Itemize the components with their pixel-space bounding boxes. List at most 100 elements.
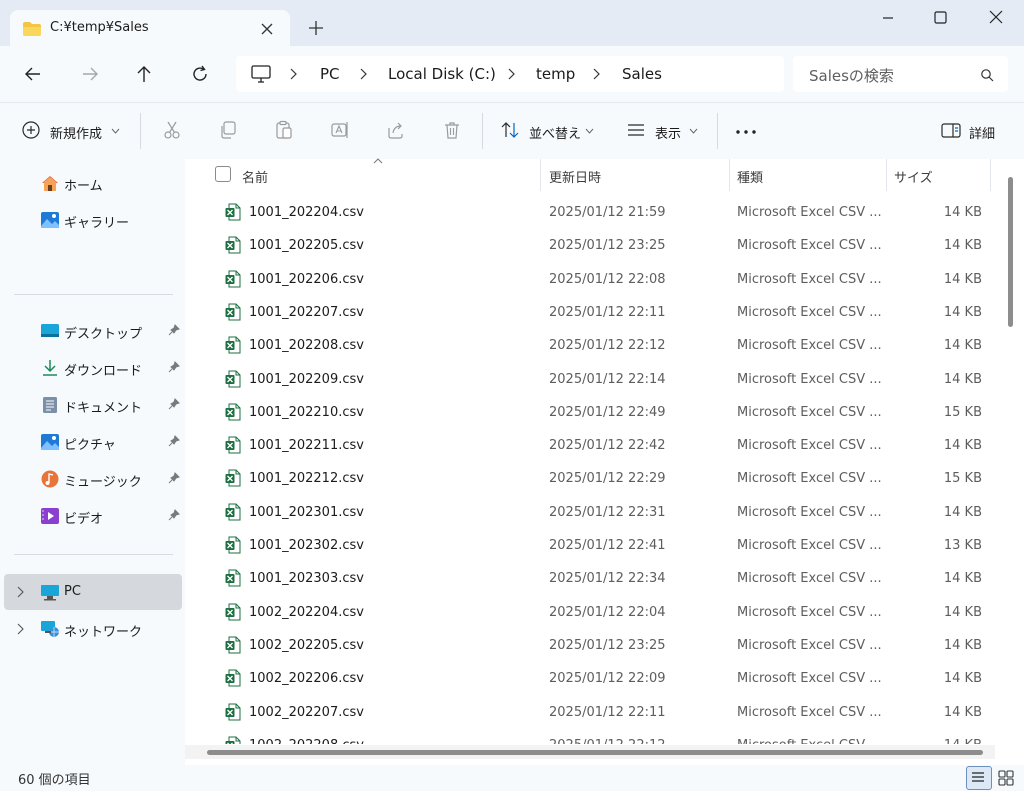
file-row[interactable]: 1002_202205.csv 2025/01/12 23:25 Microsoft… xyxy=(185,629,995,662)
search-input[interactable]: Salesの検索 xyxy=(793,56,1008,92)
column-divider[interactable] xyxy=(729,159,730,191)
pin-icon[interactable] xyxy=(168,509,180,521)
file-row[interactable]: 1002_202208.csv 2025/01/12 22:12 Microsoft… xyxy=(185,729,995,744)
rename-icon[interactable] xyxy=(330,120,350,140)
search-icon xyxy=(981,69,994,82)
file-size: 15 KB xyxy=(943,404,982,420)
sort-button[interactable]: 並べ替え xyxy=(529,123,581,142)
file-row[interactable]: 1002_202207.csv 2025/01/12 22:11 Microsoft… xyxy=(185,696,995,729)
tab-close-icon[interactable] xyxy=(256,18,278,40)
sort-ascending-icon xyxy=(373,158,383,164)
file-row[interactable]: 1001_202211.csv 2025/01/12 22:42 Microsoft… xyxy=(185,429,995,462)
column-divider[interactable] xyxy=(540,159,541,191)
vertical-scrollbar-thumb[interactable] xyxy=(1008,177,1013,327)
sidebar-item-home[interactable]: ホーム xyxy=(4,165,182,201)
file-row[interactable]: 1001_202204.csv 2025/01/12 21:59 Microsoft… xyxy=(185,196,995,229)
tab-active[interactable]: C:¥temp¥Sales xyxy=(10,10,290,48)
minimize-icon[interactable] xyxy=(876,9,900,27)
delete-icon[interactable] xyxy=(442,120,462,140)
back-arrow-icon[interactable] xyxy=(22,63,44,85)
forward-arrow-icon[interactable] xyxy=(79,63,101,85)
file-list: 名前 更新日時 種類 サイズ 1001_202204.csv 2025/01/12… xyxy=(185,158,1024,765)
refresh-icon[interactable] xyxy=(189,63,211,85)
file-size: 14 KB xyxy=(943,671,982,687)
pin-icon[interactable] xyxy=(168,472,180,484)
sidebar-item-label: ドキュメント xyxy=(64,401,143,416)
sidebar-item-label: ミュージック xyxy=(64,475,142,490)
paste-icon[interactable] xyxy=(274,120,294,140)
details-pane-icon[interactable] xyxy=(940,120,962,140)
horizontal-scrollbar[interactable] xyxy=(185,745,995,759)
file-type: Microsoft Excel CSV ... xyxy=(737,504,882,520)
column-header-date[interactable]: 更新日時 xyxy=(549,167,601,186)
cut-icon[interactable] xyxy=(162,120,182,140)
breadcrumb-local-disk[interactable]: Local Disk (C:) xyxy=(388,65,496,83)
select-all-checkbox[interactable] xyxy=(215,166,231,182)
file-row[interactable]: 1001_202208.csv 2025/01/12 22:12 Microsoft… xyxy=(185,329,995,362)
sidebar-item-pc[interactable]: PC xyxy=(4,574,182,610)
modified-date: 2025/01/12 22:11 xyxy=(549,304,666,320)
sidebar-item-music[interactable]: ミュージック xyxy=(4,461,182,497)
sidebar-item-desktop[interactable]: デスクトップ xyxy=(4,313,182,349)
chevron-right-icon[interactable] xyxy=(16,623,24,635)
file-row[interactable]: 1002_202204.csv 2025/01/12 22:04 Microsoft… xyxy=(185,596,995,629)
file-row[interactable]: 1001_202209.csv 2025/01/12 22:14 Microsoft… xyxy=(185,363,995,396)
file-type: Microsoft Excel CSV ... xyxy=(737,471,882,487)
new-plus-icon[interactable] xyxy=(21,120,41,140)
column-header-size[interactable]: サイズ xyxy=(894,167,933,186)
sidebar-item-pictures[interactable]: ピクチャ xyxy=(4,424,182,460)
details-button[interactable]: 詳細 xyxy=(969,123,995,142)
share-icon[interactable] xyxy=(386,120,406,140)
sort-icon[interactable] xyxy=(500,120,520,140)
details-view-button[interactable] xyxy=(966,766,992,790)
sidebar-item-documents[interactable]: ドキュメント xyxy=(4,387,182,423)
address-bar[interactable]: PC Local Disk (C:) temp Sales xyxy=(236,56,784,92)
breadcrumb-pc[interactable]: PC xyxy=(320,65,340,83)
new-button[interactable]: 新規作成 xyxy=(50,123,102,142)
pin-icon[interactable] xyxy=(168,398,180,410)
file-name: 1001_202208.csv xyxy=(249,338,364,354)
more-options-icon[interactable] xyxy=(735,120,757,140)
file-type: Microsoft Excel CSV ... xyxy=(737,671,882,687)
file-size: 14 KB xyxy=(944,738,982,744)
copy-icon[interactable] xyxy=(218,120,238,140)
excel-csv-file-icon xyxy=(225,270,241,288)
column-divider[interactable] xyxy=(990,159,991,191)
sidebar-item-downloads[interactable]: ダウンロード xyxy=(4,350,182,386)
file-row[interactable]: 1001_202205.csv 2025/01/12 23:25 Microsoft… xyxy=(185,229,995,262)
chevron-right-icon[interactable] xyxy=(16,586,24,598)
pin-icon[interactable] xyxy=(168,324,180,336)
new-tab-icon[interactable] xyxy=(306,18,326,38)
file-row[interactable]: 1001_202302.csv 2025/01/12 22:41 Microsoft… xyxy=(185,529,995,562)
sidebar-item-videos[interactable]: ビデオ xyxy=(4,498,182,534)
horizontal-scrollbar-thumb[interactable] xyxy=(207,750,983,755)
file-row[interactable]: 1001_202303.csv 2025/01/12 22:34 Microsoft… xyxy=(185,562,995,595)
file-row[interactable]: 1001_202207.csv 2025/01/12 22:11 Microsoft… xyxy=(185,296,995,329)
file-row[interactable]: 1001_202210.csv 2025/01/12 22:49 Microsoft… xyxy=(185,396,995,429)
file-row[interactable]: 1001_202301.csv 2025/01/12 22:31 Microsoft… xyxy=(185,496,995,529)
file-row[interactable]: 1001_202206.csv 2025/01/12 22:08 Microsoft… xyxy=(185,263,995,296)
view-button[interactable]: 表示 xyxy=(655,123,681,142)
modified-date: 2025/01/12 23:25 xyxy=(549,238,666,254)
breadcrumb-temp[interactable]: temp xyxy=(536,65,575,83)
pin-icon[interactable] xyxy=(168,435,180,447)
column-header-type[interactable]: 種類 xyxy=(737,167,763,186)
excel-csv-file-icon xyxy=(225,303,241,321)
breadcrumb-sales[interactable]: Sales xyxy=(622,65,662,83)
close-icon[interactable] xyxy=(984,9,1008,27)
pin-icon[interactable] xyxy=(168,361,180,373)
up-arrow-icon[interactable] xyxy=(133,63,155,85)
file-type: Microsoft Excel CSV ... xyxy=(737,338,882,354)
file-row[interactable]: 1001_202212.csv 2025/01/12 22:29 Microsoft… xyxy=(185,462,995,495)
tiles-view-button[interactable] xyxy=(994,766,1018,788)
sidebar-item-network[interactable]: ネットワーク xyxy=(4,611,182,647)
maximize-icon[interactable] xyxy=(928,9,952,27)
sidebar-item-gallery[interactable]: ギャラリー xyxy=(4,202,182,238)
column-header-name[interactable]: 名前 xyxy=(242,167,268,186)
tab-title: C:¥temp¥Sales xyxy=(50,20,149,35)
column-divider[interactable] xyxy=(886,159,887,191)
file-type: Microsoft Excel CSV ... xyxy=(737,704,882,720)
view-list-icon[interactable] xyxy=(626,120,646,140)
file-row[interactable]: 1002_202206.csv 2025/01/12 22:09 Microsoft… xyxy=(185,662,995,695)
modified-date: 2025/01/12 22:29 xyxy=(549,471,666,487)
